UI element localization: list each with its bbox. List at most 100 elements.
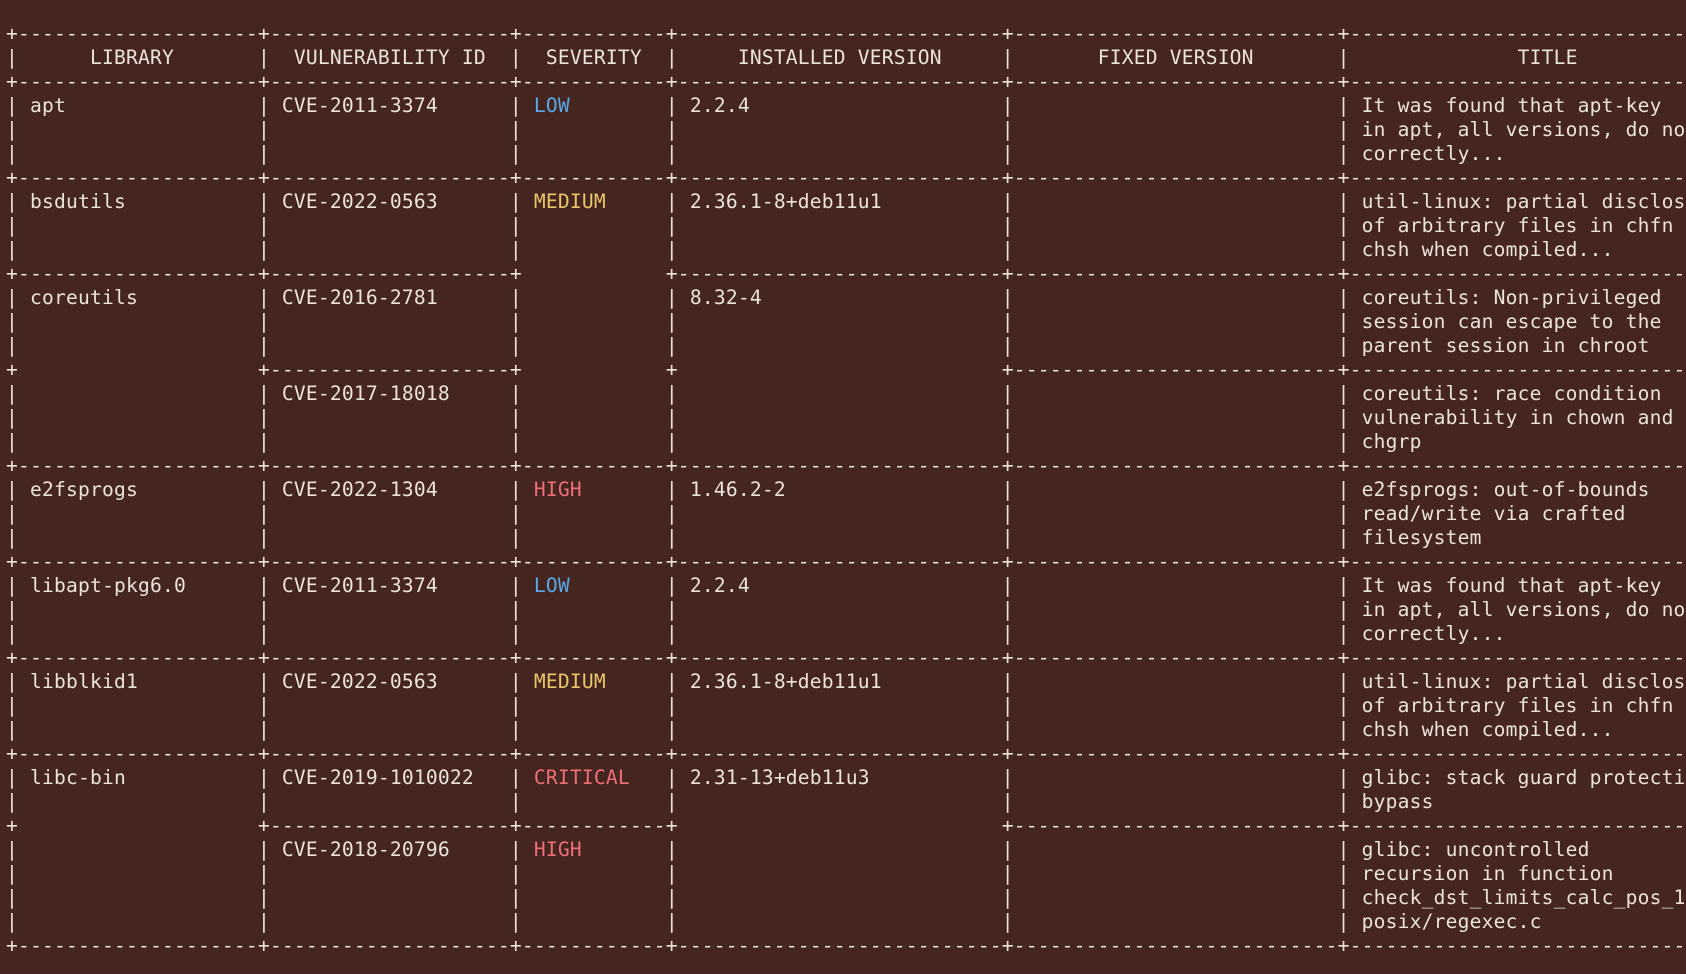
vuln-id-cell: [270, 718, 510, 741]
title-cell: of arbitrary files in chfn and: [1361, 214, 1686, 237]
table-line: + +--------------------+ + +------------…: [6, 358, 1686, 382]
vuln-id-cell: [270, 790, 510, 813]
table-line: | | | | | | correctly... |: [6, 622, 1686, 646]
table-line: | | | | | | correctly... |: [6, 142, 1686, 166]
column-header: INSTALLED VERSION: [677, 46, 1002, 69]
installed-version-cell: 1.46.2-2: [677, 478, 1002, 501]
severity-cell: [522, 526, 666, 549]
row-separator: +--------------------+------------------…: [6, 262, 1686, 285]
title-cell: util-linux: partial disclosure: [1361, 670, 1686, 693]
severity-cell: MEDIUM: [521, 190, 666, 213]
vuln-id-cell: [270, 910, 510, 933]
title-cell: check_dst_limits_calc_pos_1 in: [1361, 886, 1686, 909]
table-line: | | | | | | check_dst_limits_calc_pos_1 …: [6, 886, 1686, 910]
vuln-id-cell: CVE-2022-1304: [269, 478, 510, 501]
severity-cell: HIGH: [521, 478, 666, 501]
library-cell: [18, 118, 258, 141]
fixed-version-cell: [1014, 214, 1338, 237]
table-line: | libapt-pkg6.0 | CVE-2011-3374 | LOW | …: [6, 574, 1686, 598]
vuln-id-cell: CVE-2011-3374: [269, 574, 510, 597]
fixed-version-cell: [1014, 790, 1338, 813]
vuln-id-cell: CVE-2016-2781: [269, 286, 510, 309]
vulnerability-table: +--------------------+------------------…: [6, 22, 1686, 958]
fixed-version-cell: [1014, 142, 1338, 165]
library-cell: [18, 598, 258, 621]
installed-version-cell: [678, 310, 1002, 333]
installed-version-cell: [678, 718, 1002, 741]
severity-cell: [522, 718, 666, 741]
vuln-id-cell: [270, 526, 510, 549]
installed-version-cell: [678, 118, 1002, 141]
installed-version-cell: [678, 598, 1002, 621]
severity-cell: [522, 910, 666, 933]
library-cell: apt: [18, 94, 258, 117]
column-header: VULNERABILITY ID: [269, 46, 510, 69]
severity-cell: [522, 598, 666, 621]
table-line: | | | | | | chgrp |: [6, 430, 1686, 454]
severity-cell: [522, 430, 666, 453]
row-separator: +--------------------+------------------…: [6, 22, 1686, 45]
library-cell: [18, 718, 258, 741]
fixed-version-cell: [1014, 238, 1338, 261]
library-cell: [18, 622, 258, 645]
title-cell: chgrp: [1361, 430, 1422, 453]
library-cell: [18, 526, 258, 549]
installed-version-cell: [678, 910, 1002, 933]
vuln-id-cell: CVE-2011-3374: [269, 94, 510, 117]
library-cell: bsdutils: [18, 190, 258, 213]
library-cell: coreutils: [18, 286, 258, 309]
table-line: +--------------------+------------------…: [6, 454, 1686, 478]
row-separator: +--------------------+------------------…: [6, 742, 1686, 765]
title-cell: in apt, all versions, do not: [1361, 118, 1686, 141]
title-cell: in apt, all versions, do not: [1361, 598, 1686, 621]
table-line: +--------------------+------------------…: [6, 22, 1686, 46]
fixed-version-cell: [1014, 406, 1338, 429]
fixed-version-cell: [1014, 526, 1338, 549]
severity-cell: [522, 334, 666, 357]
vuln-id-cell: [270, 334, 510, 357]
row-separator: +--------------------+------------------…: [6, 934, 1686, 957]
severity-cell: [522, 502, 666, 525]
fixed-version-cell: [1014, 910, 1338, 933]
vuln-id-cell: [270, 310, 510, 333]
title-cell: glibc: uncontrolled: [1361, 838, 1590, 861]
vuln-id-cell: CVE-2019-1010022: [269, 766, 510, 789]
title-cell: correctly...: [1361, 622, 1506, 645]
severity-cell: [522, 238, 666, 261]
installed-version-cell: [678, 526, 1002, 549]
fixed-version-cell: [1014, 886, 1338, 909]
installed-version-cell: [678, 214, 1002, 237]
table-line: | | | | | | bypass |: [6, 790, 1686, 814]
fixed-version-cell: [1014, 862, 1338, 885]
table-line: | | | | | | parent session in chroot |: [6, 334, 1686, 358]
table-line: | | | | | | filesystem |: [6, 526, 1686, 550]
vuln-id-cell: [270, 406, 510, 429]
row-separator: +--------------------+------------------…: [6, 454, 1686, 477]
table-line: | | | | | | vulnerability in chown and |: [6, 406, 1686, 430]
table-line: + +--------------------+------------+ +-…: [6, 814, 1686, 838]
title-cell: coreutils: race condition: [1361, 382, 1662, 405]
vuln-id-cell: [270, 238, 510, 261]
fixed-version-cell: [1014, 718, 1338, 741]
installed-version-cell: [678, 622, 1002, 645]
title-cell: coreutils: Non-privileged: [1361, 286, 1662, 309]
title-cell: glibc: stack guard protection: [1361, 766, 1686, 789]
column-header: TITLE: [1517, 46, 1578, 69]
fixed-version-cell: [1014, 622, 1338, 645]
library-cell: [18, 694, 258, 717]
severity-cell: [522, 406, 666, 429]
table-line: | apt | CVE-2011-3374 | LOW | 2.2.4 | | …: [6, 94, 1686, 118]
title-cell: read/write via crafted: [1361, 502, 1626, 525]
table-line: | | CVE-2017-18018 | | | | coreutils: ra…: [6, 382, 1686, 406]
library-cell: [18, 910, 258, 933]
library-cell: libblkid1: [18, 670, 258, 693]
fixed-version-cell: [1014, 118, 1338, 141]
title-cell: chsh when compiled...: [1361, 718, 1614, 741]
fixed-version-cell: [1014, 310, 1338, 333]
library-cell: [18, 334, 258, 357]
library-cell: [18, 406, 258, 429]
installed-version-cell: 2.2.4: [677, 574, 1002, 597]
vuln-id-cell: CVE-2018-20796: [269, 838, 510, 861]
title-cell: vulnerability in chown and: [1361, 406, 1674, 429]
installed-version-cell: 8.32-4: [677, 286, 1002, 309]
